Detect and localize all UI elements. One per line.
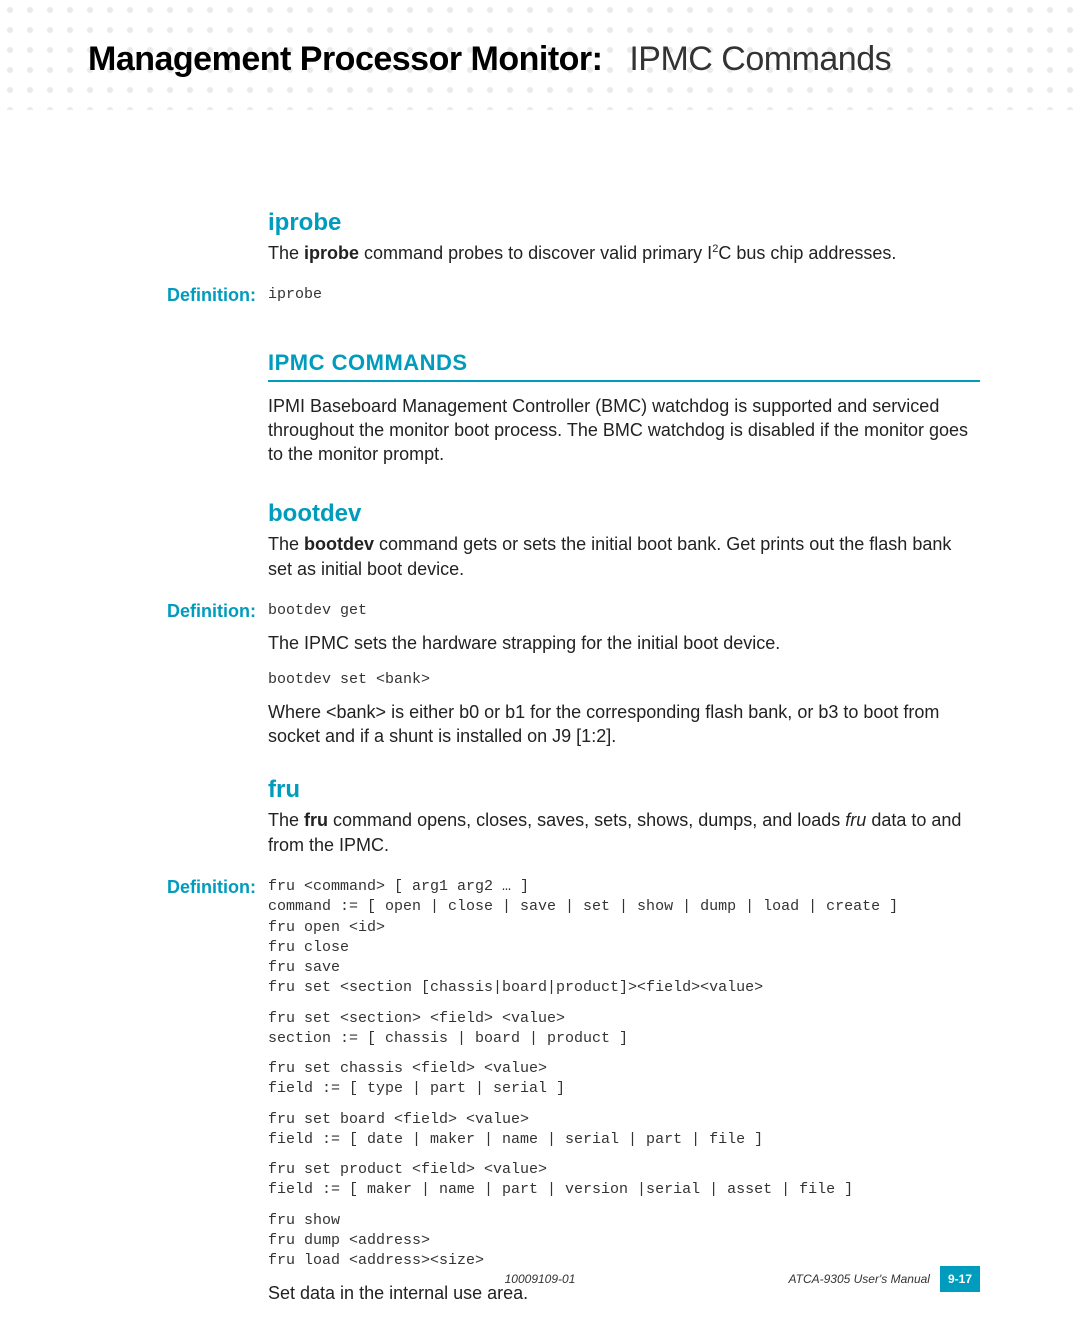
fru-code6: fru show fru dump <address> fru load <ad… [268, 1211, 980, 1272]
bootdev-desc: The bootdev command gets or sets the ini… [268, 532, 980, 581]
fru-code2: fru set <section> <field> <value> sectio… [268, 1009, 980, 1050]
bootdev-def-code1: bootdev get [268, 601, 980, 621]
fru-desc: The fru command opens, closes, saves, se… [268, 808, 980, 857]
page-title: Management Processor Monitor: IPMC Comma… [88, 40, 1080, 79]
bootdev-def-code2: bootdev set <bank> [268, 670, 980, 690]
ipmc-intro: IPMI Baseboard Management Controller (BM… [268, 394, 980, 467]
fru-code3: fru set chassis <field> <value> field :=… [268, 1059, 980, 1100]
bootdev-heading: bootdev [268, 500, 980, 528]
page: Management Processor Monitor: IPMC Comma… [0, 0, 1080, 1320]
fru-code5: fru set product <field> <value> field :=… [268, 1160, 980, 1201]
iprobe-heading: iprobe [268, 209, 980, 237]
bootdev-where: Where <bank> is either b0 or b1 for the … [268, 700, 980, 749]
bootdev-def-label: Definition: [167, 601, 256, 621]
fru-heading: fru [268, 776, 980, 804]
iprobe-def-code: iprobe [268, 285, 980, 305]
fru-def-label: Definition: [167, 877, 256, 897]
ipmc-section-heading: IPMC COMMANDS [268, 350, 980, 382]
fru-code1: fru <command> [ arg1 arg2 … ] command :=… [268, 877, 980, 999]
title-bold: Management Processor Monitor: [88, 40, 602, 78]
title-light: IPMC Commands [611, 40, 891, 78]
page-header: Management Processor Monitor: IPMC Comma… [0, 0, 1080, 79]
iprobe-desc: The iprobe command probes to discover va… [268, 241, 980, 265]
fru-trailing: Set data in the internal use area. [268, 1281, 980, 1305]
iprobe-def-label: Definition: [167, 285, 256, 305]
content: iprobe The iprobe command probes to disc… [0, 79, 1080, 1320]
fru-code4: fru set board <field> <value> field := [… [268, 1110, 980, 1151]
bootdev-mid-text: The IPMC sets the hardware strapping for… [268, 631, 980, 655]
